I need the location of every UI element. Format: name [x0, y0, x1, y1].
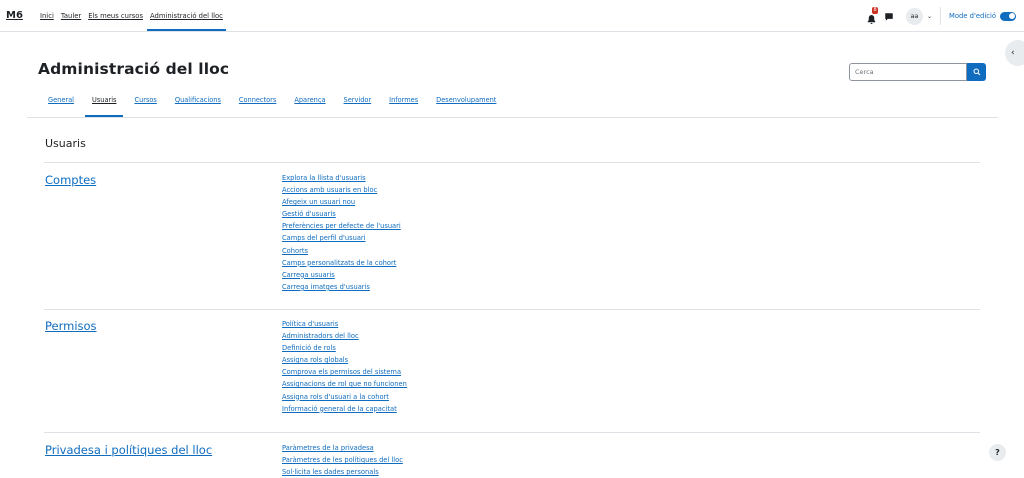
list-item: Paràmetres de la privadesa	[282, 442, 403, 454]
list-item: Explora la llista d'usuaris	[282, 172, 401, 184]
category-divider	[44, 432, 980, 433]
list-item: Camps del perfil d'usuari	[282, 232, 401, 244]
admin-link[interactable]: Assignacions de rol que no funcionen	[282, 380, 407, 388]
admin-link[interactable]: Camps del perfil d'usuari	[282, 234, 366, 242]
list-item: Sol·licita les dades personals	[282, 466, 403, 478]
section-heading: Usuaris	[45, 137, 86, 150]
tab-development[interactable]: Desenvolupament	[429, 86, 503, 117]
category-divider	[44, 309, 980, 310]
list-item: Gestió d'usuaris	[282, 208, 401, 220]
list-item: Cohorts	[282, 245, 401, 257]
site-brand-link[interactable]: M6	[6, 10, 23, 21]
tab-grades[interactable]: Qualificacions	[168, 86, 228, 117]
page-title: Administració del lloc	[38, 60, 230, 78]
search-icon	[973, 68, 980, 76]
list-item: Afegeix un usuari nou	[282, 196, 401, 208]
list-item: Assigna rols d'usuari a la cohort	[282, 391, 407, 403]
list-item: Carrega usuaris	[282, 269, 401, 281]
category-link-permissions[interactable]: Permisos	[45, 319, 97, 333]
notifications-button[interactable]: 8	[866, 7, 879, 24]
permissions-link-list: Política d'usuaris Administradors del ll…	[282, 318, 407, 415]
admin-search-form	[849, 63, 986, 81]
admin-link[interactable]: Administradors del lloc	[282, 332, 359, 340]
admin-tabs: General Usuaris Cursos Qualificacions Co…	[27, 86, 998, 118]
admin-link[interactable]: Carrega usuaris	[282, 271, 335, 279]
bell-icon	[867, 15, 876, 24]
notification-count-badge: 8	[871, 7, 879, 14]
chevron-left-icon: ‹	[1011, 48, 1015, 58]
admin-link[interactable]: Accions amb usuaris en bloc	[282, 186, 377, 194]
messages-button[interactable]	[884, 7, 906, 26]
tab-server[interactable]: Servidor	[337, 86, 379, 117]
list-item: Assignacions de rol que no funcionen	[282, 378, 407, 390]
nav-link-my-courses[interactable]: Els meus cursos	[85, 0, 146, 31]
chevron-down-icon[interactable]: ⌄	[927, 13, 932, 20]
admin-link[interactable]: Paràmetres de la privadesa	[282, 444, 374, 452]
open-block-drawer-button[interactable]: ‹	[1005, 40, 1024, 66]
admin-link[interactable]: Definició de rols	[282, 344, 336, 352]
tab-appearance[interactable]: Aparença	[287, 86, 332, 117]
admin-link[interactable]: Paràmetres de les polítiques del lloc	[282, 456, 403, 464]
list-item: Camps personalitzats de la cohort	[282, 257, 401, 269]
admin-link[interactable]: Cohorts	[282, 247, 308, 255]
primary-navigation: Inici Tauler Els meus cursos Administrac…	[37, 0, 227, 31]
tab-general[interactable]: General	[41, 86, 81, 117]
accounts-link-list: Explora la llista d'usuaris Accions amb …	[282, 172, 401, 293]
category-link-privacy[interactable]: Privadesa i polítiques del lloc	[45, 443, 212, 457]
section-divider	[44, 162, 980, 163]
admin-link[interactable]: Afegeix un usuari nou	[282, 198, 355, 206]
admin-link[interactable]: Sol·licita les dades personals	[282, 468, 379, 476]
list-item: Política d'usuaris	[282, 318, 407, 330]
list-item: Carrega imatges d'usuaris	[282, 281, 401, 293]
list-item: Comprova els permisos del sistema	[282, 366, 407, 378]
list-item: Assigna rols globals	[282, 354, 407, 366]
admin-link[interactable]: Carrega imatges d'usuaris	[282, 283, 370, 291]
tab-courses[interactable]: Cursos	[127, 86, 163, 117]
nav-link-site-admin[interactable]: Administració del lloc	[146, 0, 226, 31]
privacy-link-list: Paràmetres de la privadesa Paràmetres de…	[282, 442, 403, 478]
nav-link-home[interactable]: Inici	[37, 0, 57, 31]
chat-bubble-icon	[885, 12, 893, 21]
admin-link[interactable]: Assigna rols d'usuari a la cohort	[282, 393, 389, 401]
help-button[interactable]: ?	[989, 444, 1006, 461]
list-item: Administradors del lloc	[282, 330, 407, 342]
edit-mode-label: Mode d'edició	[948, 12, 996, 20]
admin-link[interactable]: Gestió d'usuaris	[282, 210, 336, 218]
edit-mode-toggle[interactable]	[1000, 11, 1016, 21]
tab-plugins[interactable]: Connectors	[232, 86, 283, 117]
list-item: Definició de rols	[282, 342, 407, 354]
navbar-user-area: 8 aa ⌄ Mode d'edició	[866, 7, 1016, 25]
list-item: Informació general de la capacitat	[282, 403, 407, 415]
navbar-divider	[939, 7, 941, 25]
category-link-accounts[interactable]: Comptes	[45, 173, 96, 187]
admin-link[interactable]: Explora la llista d'usuaris	[282, 174, 366, 182]
tab-users[interactable]: Usuaris	[85, 86, 124, 117]
admin-link[interactable]: Assigna rols globals	[282, 356, 348, 364]
nav-link-dashboard[interactable]: Tauler	[58, 0, 84, 31]
admin-link[interactable]: Política d'usuaris	[282, 320, 338, 328]
admin-link[interactable]: Preferències per defecte de l'usuari	[282, 222, 401, 230]
admin-link[interactable]: Informació general de la capacitat	[282, 405, 397, 413]
admin-search-input[interactable]	[849, 63, 967, 81]
top-navbar: M6 Inici Tauler Els meus cursos Administ…	[0, 0, 1024, 32]
list-item: Accions amb usuaris en bloc	[282, 184, 401, 196]
user-avatar[interactable]: aa	[905, 7, 923, 25]
list-item: Paràmetres de les polítiques del lloc	[282, 454, 403, 466]
admin-link[interactable]: Camps personalitzats de la cohort	[282, 259, 396, 267]
search-button[interactable]	[967, 63, 986, 81]
admin-link[interactable]: Comprova els permisos del sistema	[282, 368, 401, 376]
list-item: Preferències per defecte de l'usuari	[282, 220, 401, 232]
tab-reports[interactable]: Informes	[382, 86, 425, 117]
